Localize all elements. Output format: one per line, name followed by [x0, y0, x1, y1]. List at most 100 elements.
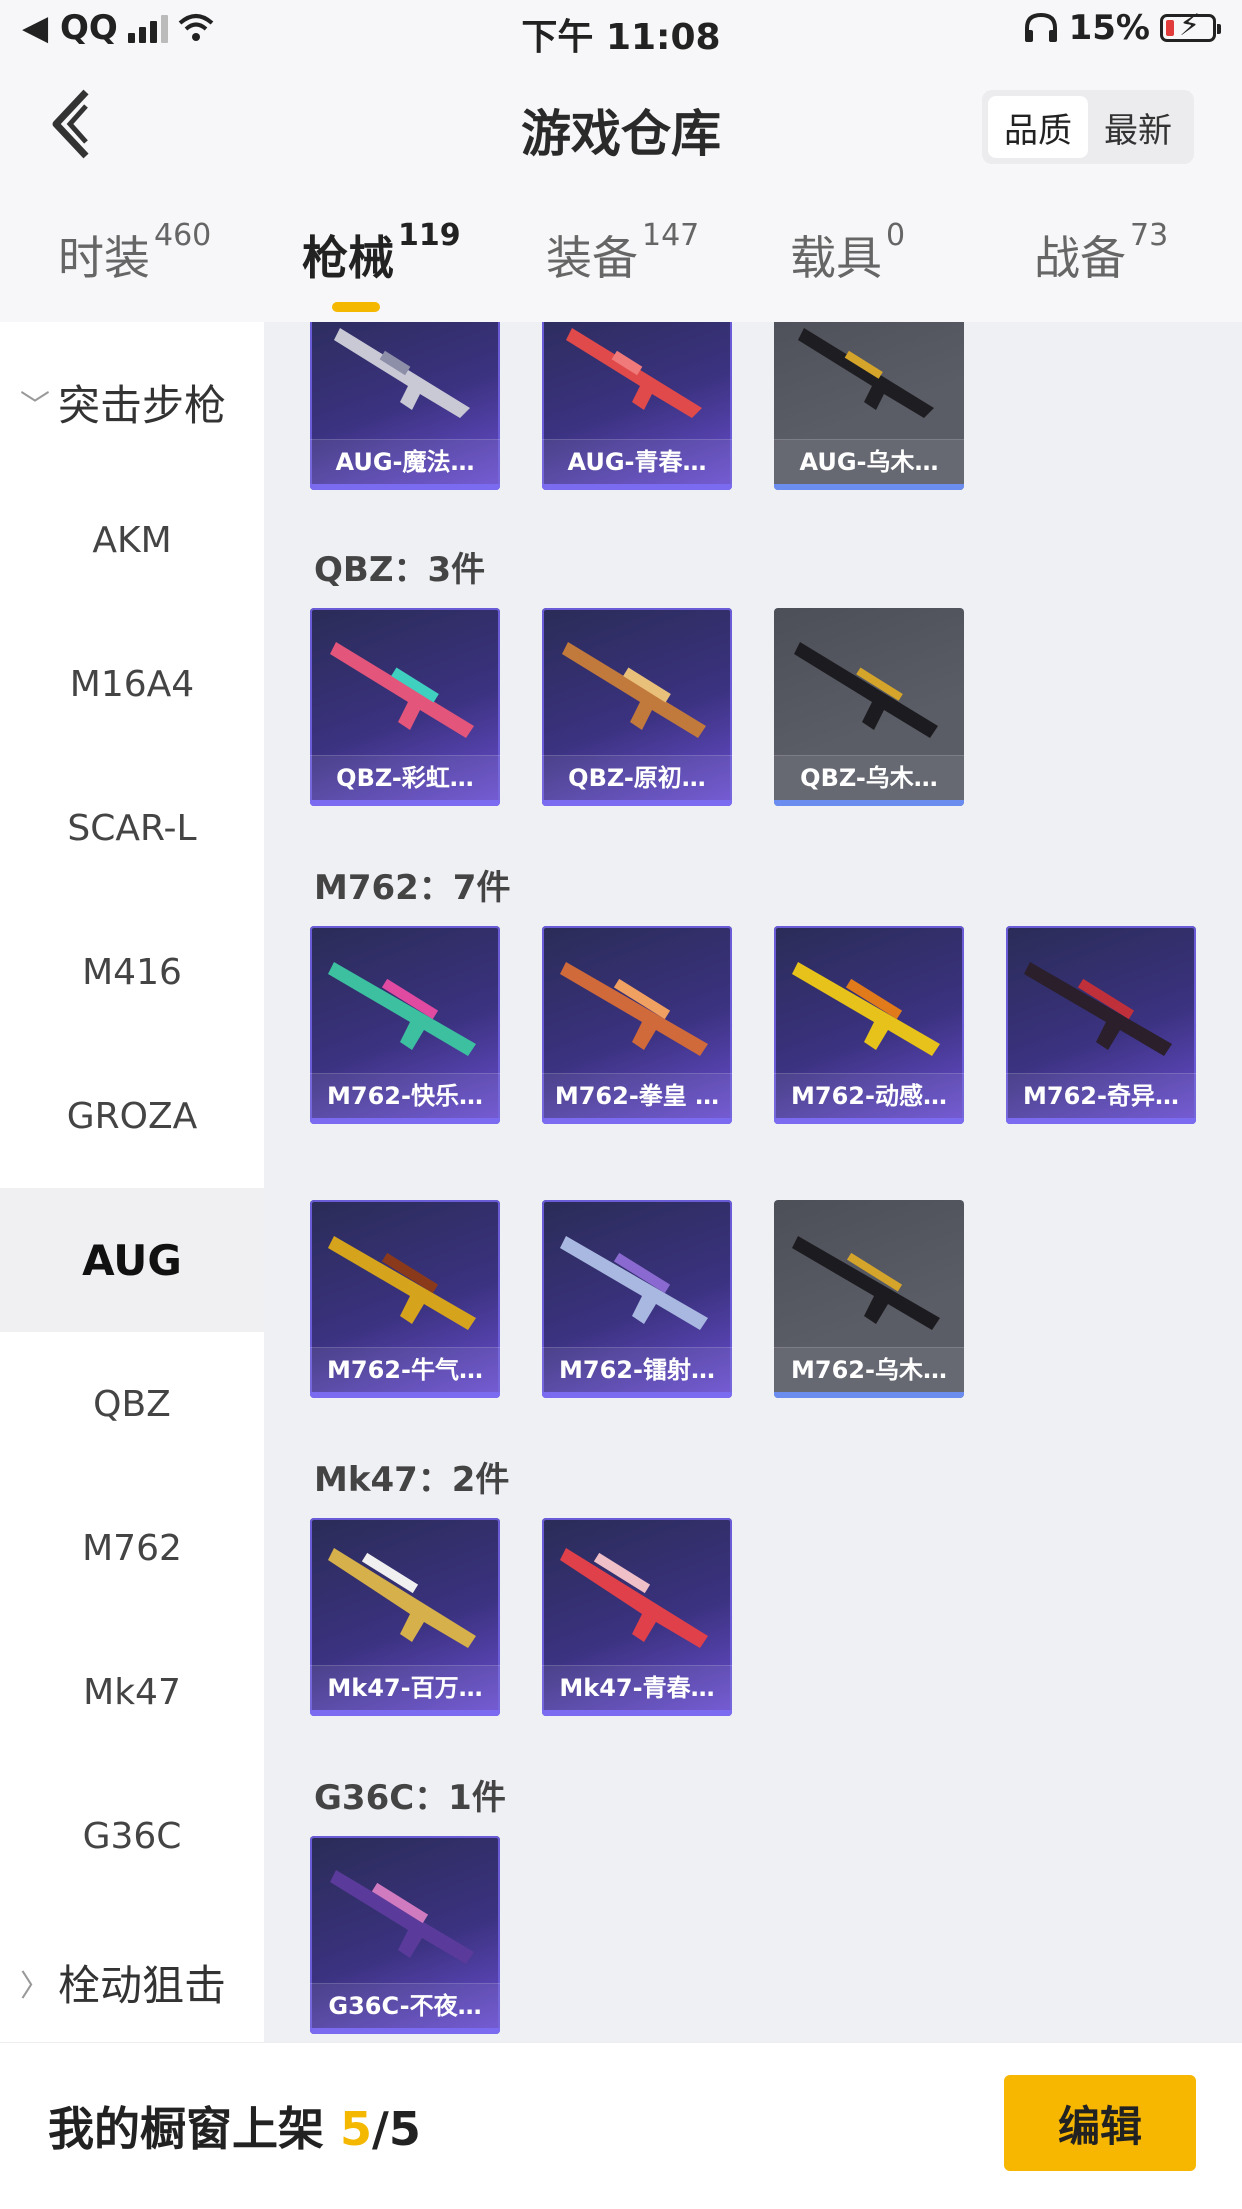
skin-name: AUG-乌木…: [774, 439, 964, 484]
skin-card[interactable]: M762-动感…: [774, 926, 964, 1124]
rifle-icon: [330, 1870, 474, 1964]
rarity-bar: [310, 2028, 500, 2034]
category-label: 突击步枪: [58, 381, 227, 430]
skin-card[interactable]: AUG-魔法…: [310, 322, 500, 490]
rarity-bar: [774, 484, 964, 490]
tab-vehicles[interactable]: 载具 0: [790, 218, 905, 288]
skin-card[interactable]: M762-奇异…: [1006, 926, 1196, 1124]
tab-battle-gear[interactable]: 战备 73: [1034, 218, 1168, 288]
tab-count: 73: [1130, 218, 1169, 253]
sort-toggle: 品质 最新: [982, 90, 1194, 164]
skin-card[interactable]: Mk47-青春…: [542, 1518, 732, 1716]
showcase-label: 我的橱窗上架: [48, 2102, 324, 2156]
skin-name: QBZ-原初…: [542, 755, 732, 800]
sort-by-quality-button[interactable]: 品质: [988, 96, 1088, 158]
rarity-bar: [542, 484, 732, 490]
sidebar-item-mk47[interactable]: Mk47: [0, 1620, 264, 1764]
section-label: M762：7件: [314, 868, 511, 908]
showcase-status: 我的橱窗上架 5/5: [48, 2093, 421, 2159]
sidebar-item-aug[interactable]: AUG: [0, 1188, 264, 1332]
skin-card[interactable]: AUG-乌木…: [774, 322, 964, 490]
rifle-icon: [792, 962, 940, 1056]
skin-name: M762-牛气…: [310, 1347, 500, 1392]
weapon-grid: AUG-魔法… AUG-青春… AUG-乌木… QBZ：3件 QBZ-彩虹… Q…: [264, 322, 1242, 2042]
rarity-bar: [310, 484, 500, 490]
showcase-used-count: 5: [340, 2102, 373, 2156]
tab-equipment[interactable]: 装备 147: [546, 218, 699, 288]
status-bar: ◀ QQ 下午 11:08 15% ⚡: [0, 0, 1242, 62]
skin-card[interactable]: M762-牛气…: [310, 1200, 500, 1398]
rarity-bar: [542, 800, 732, 806]
edit-button[interactable]: 编辑: [1004, 2075, 1196, 2171]
sidebar-item-g36c[interactable]: G36C: [0, 1764, 264, 1908]
sidebar-item-groza[interactable]: GROZA: [0, 1044, 264, 1188]
battery-percent: 15%: [1068, 8, 1150, 48]
skin-name: AUG-青春…: [542, 439, 732, 484]
skin-name: M762-乌木…: [774, 1347, 964, 1392]
sort-by-newest-button[interactable]: 最新: [1088, 96, 1188, 158]
sidebar-item-m416[interactable]: M416: [0, 900, 264, 1044]
skin-card[interactable]: G36C-不夜…: [310, 1836, 500, 2034]
section-label: G36C：1件: [314, 1778, 506, 1818]
rarity-bar: [774, 1392, 964, 1398]
tab-label: 载具: [790, 231, 882, 285]
category-label: 栓动狙击: [58, 1961, 227, 2010]
rarity-bar: [1006, 1118, 1196, 1124]
skin-name: M762-镭射…: [542, 1347, 732, 1392]
showcase-footer: 我的橱窗上架 5/5 编辑: [0, 2042, 1242, 2209]
skin-card[interactable]: QBZ-彩虹…: [310, 608, 500, 806]
sidebar-item-akm[interactable]: AKM: [0, 468, 264, 612]
rifle-icon: [330, 642, 474, 738]
weapon-sidebar: ﹀ 突击步枪 AKM M16A4 SCAR-L M416 GROZA AUG Q…: [0, 322, 264, 2042]
sidebar-item-scar-l[interactable]: SCAR-L: [0, 756, 264, 900]
tab-count: 147: [642, 218, 700, 253]
rifle-icon: [560, 962, 708, 1056]
skin-name: M762-奇异…: [1006, 1073, 1196, 1118]
rifle-icon: [792, 1236, 940, 1330]
rifle-icon: [334, 328, 470, 418]
skin-name: G36C-不夜…: [310, 1983, 500, 2028]
skin-name: M762-快乐…: [310, 1073, 500, 1118]
rarity-bar: [310, 1710, 500, 1716]
skin-card[interactable]: QBZ-乌木…: [774, 608, 964, 806]
sidebar-item-m16a4[interactable]: M16A4: [0, 612, 264, 756]
tab-label: 时装: [58, 231, 150, 285]
category-assault-rifles[interactable]: ﹀ 突击步枪: [20, 372, 226, 433]
skin-name: Mk47-青春…: [542, 1665, 732, 1710]
sidebar-item-qbz[interactable]: QBZ: [0, 1332, 264, 1476]
rifle-icon: [328, 1236, 476, 1330]
skin-name: M762-动感…: [774, 1073, 964, 1118]
tab-count: 119: [398, 218, 461, 253]
nav-header: 游戏仓库 品质 最新: [0, 62, 1242, 192]
rifle-icon: [798, 328, 934, 418]
rarity-bar: [774, 1118, 964, 1124]
chevron-down-icon: ﹀: [20, 388, 50, 424]
tab-firearms[interactable]: 枪械 119: [302, 218, 461, 288]
skin-card[interactable]: M762-镭射…: [542, 1200, 732, 1398]
skin-card[interactable]: QBZ-原初…: [542, 608, 732, 806]
skin-card[interactable]: M762-乌木…: [774, 1200, 964, 1398]
tab-fashion[interactable]: 时装 460: [58, 218, 211, 288]
chevron-right-icon: 〉: [20, 1968, 50, 2004]
skin-card[interactable]: M762-快乐…: [310, 926, 500, 1124]
rifle-icon: [562, 642, 706, 738]
skin-name: QBZ-彩虹…: [310, 755, 500, 800]
showcase-total-count: /5: [372, 2102, 421, 2156]
category-tabs: 时装 460 枪械 119 装备 147 载具 0 战备 73: [0, 192, 1242, 322]
headphones-icon: [1024, 12, 1057, 42]
rifle-icon: [1024, 962, 1172, 1056]
skin-card[interactable]: AUG-青春…: [542, 322, 732, 490]
rarity-bar: [310, 1118, 500, 1124]
skin-card[interactable]: Mk47-百万…: [310, 1518, 500, 1716]
rifle-icon: [328, 962, 476, 1056]
tab-label: 战备: [1034, 231, 1126, 285]
skin-name: Mk47-百万…: [310, 1665, 500, 1710]
rarity-bar: [542, 1118, 732, 1124]
category-bolt-action-snipers[interactable]: 〉 栓动狙击: [20, 1952, 226, 2013]
sidebar-item-m762[interactable]: M762: [0, 1476, 264, 1620]
rarity-bar: [310, 800, 500, 806]
rarity-bar: [774, 800, 964, 806]
skin-card[interactable]: M762-拳皇 …: [542, 926, 732, 1124]
rifle-icon: [794, 642, 938, 738]
skin-name: M762-拳皇 …: [542, 1073, 732, 1118]
